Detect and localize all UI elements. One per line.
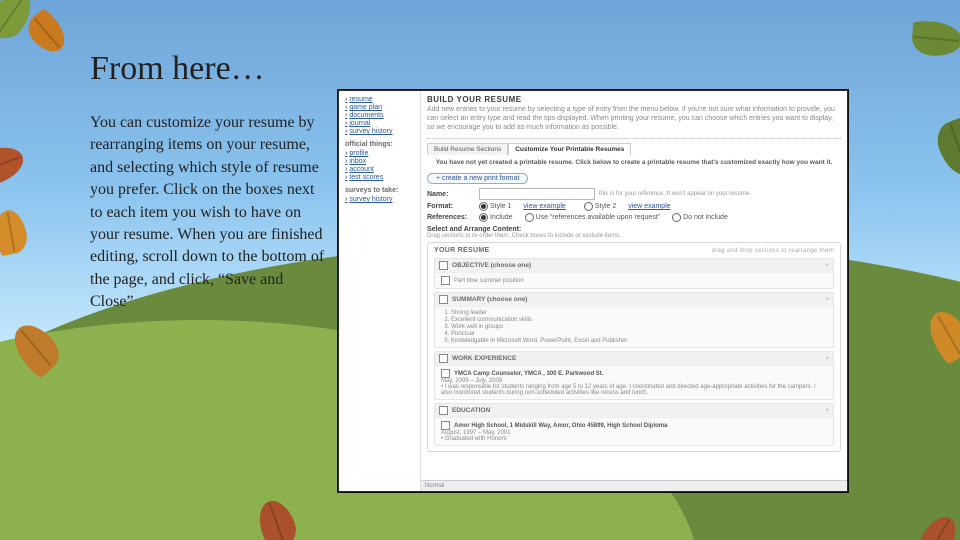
notice-text: You have not yet created a printable res… bbox=[427, 159, 841, 167]
sidebar-item[interactable]: ›test scores bbox=[345, 174, 414, 181]
panel-title: YOUR RESUME bbox=[434, 247, 489, 254]
checkbox[interactable] bbox=[441, 276, 450, 285]
panel-hint: drag and drop sections to rearrange them bbox=[712, 248, 834, 254]
sidebar-item[interactable]: ›game plan bbox=[345, 104, 414, 111]
plus-icon[interactable]: + bbox=[825, 262, 829, 269]
leaf-icon bbox=[0, 140, 28, 189]
list-item: Excellent communication skills bbox=[451, 317, 827, 323]
plus-icon[interactable]: + bbox=[825, 355, 829, 362]
checkbox[interactable] bbox=[439, 406, 448, 415]
format-label: Format: bbox=[427, 203, 475, 210]
format-style2-radio[interactable]: Style 2 bbox=[584, 202, 616, 211]
checkbox[interactable] bbox=[441, 421, 450, 430]
sidebar-item[interactable]: ›survey history bbox=[345, 128, 414, 135]
slide-body: You can customize your resume by rearran… bbox=[90, 112, 330, 314]
checkbox[interactable] bbox=[439, 261, 448, 270]
sidebar-item[interactable]: ›journal bbox=[345, 120, 414, 127]
leaf-icon bbox=[911, 20, 960, 58]
leaf-icon bbox=[0, 208, 30, 257]
sidebar-heading: official things: bbox=[345, 141, 414, 148]
sidebar-item[interactable]: ›profile bbox=[345, 150, 414, 157]
list-item: Work well in groups bbox=[451, 324, 827, 330]
plus-icon[interactable]: + bbox=[825, 407, 829, 414]
section-objective[interactable]: OBJECTIVE (choose one)+ Part time summer… bbox=[434, 258, 834, 289]
name-hint: this is for your reference. It won't app… bbox=[599, 191, 751, 197]
leaf-icon bbox=[932, 115, 960, 181]
leaf-icon bbox=[22, 7, 72, 58]
main-pane: BUILD YOUR RESUME Add new entries to you… bbox=[421, 91, 847, 491]
editor-status-bar: Normal bbox=[421, 480, 847, 491]
checkbox[interactable] bbox=[439, 295, 448, 304]
app-screenshot: ›resume ›game plan ›documents ›journal ›… bbox=[338, 90, 848, 492]
sidebar: ›resume ›game plan ›documents ›journal ›… bbox=[339, 91, 421, 491]
arrange-hint: Drag sections to re-order them. Check bo… bbox=[427, 233, 841, 239]
page-blurb: Add new entries to your resume by select… bbox=[427, 106, 841, 132]
view-example-link[interactable]: view example bbox=[523, 203, 565, 210]
section-work-experience[interactable]: WORK EXPERIENCE+ YMCA Camp Counselor, YM… bbox=[434, 351, 834, 400]
view-example-link[interactable]: view example bbox=[628, 203, 670, 210]
create-print-format-button[interactable]: + create a new print format bbox=[427, 173, 528, 184]
page-header: BUILD YOUR RESUME Add new entries to you… bbox=[427, 95, 841, 139]
sidebar-item[interactable]: ›inbox bbox=[345, 158, 414, 165]
ref-include-radio[interactable]: Include bbox=[479, 213, 513, 222]
slide-stage: From here… You can customize your resume… bbox=[0, 0, 960, 540]
tabs: Build Resume Sections Customize Your Pri… bbox=[427, 143, 841, 155]
name-label: Name: bbox=[427, 191, 475, 198]
sidebar-heading: surveys to take: bbox=[345, 187, 414, 194]
checkbox[interactable] bbox=[439, 354, 448, 363]
page-title: BUILD YOUR RESUME bbox=[427, 95, 841, 104]
name-input[interactable] bbox=[479, 188, 595, 200]
section-education[interactable]: EDUCATION+ Amor High School, 1 Midskill … bbox=[434, 403, 834, 446]
ref-none-radio[interactable]: Do not include bbox=[672, 213, 728, 222]
tab-customize[interactable]: Customize Your Printable Resumes bbox=[508, 143, 631, 155]
tab-build[interactable]: Build Resume Sections bbox=[427, 143, 508, 155]
list-item: Strong leader bbox=[451, 310, 827, 316]
plus-icon[interactable]: + bbox=[825, 296, 829, 303]
section-summary[interactable]: SUMMARY (choose one)+ Strong leader Exce… bbox=[434, 292, 834, 348]
sidebar-item[interactable]: ›documents bbox=[345, 112, 414, 119]
sidebar-item[interactable]: ›resume bbox=[345, 96, 414, 103]
references-label: References: bbox=[427, 214, 475, 221]
arrange-title: Select and Arrange Content: bbox=[427, 226, 841, 233]
sidebar-item[interactable]: ›account bbox=[345, 166, 414, 173]
slide-title: From here… bbox=[90, 50, 265, 88]
ref-upon-request-radio[interactable]: Use “references available upon request” bbox=[525, 213, 661, 222]
list-item: Knowledgable in Microsoft Word, PowerPoi… bbox=[451, 338, 827, 344]
format-style1-radio[interactable]: Style 1 bbox=[479, 202, 511, 211]
list-item: Punctual bbox=[451, 331, 827, 337]
sidebar-item[interactable]: ›survey history bbox=[345, 196, 414, 203]
checkbox[interactable] bbox=[441, 369, 450, 378]
resume-panel: YOUR RESUME drag and drop sections to re… bbox=[427, 242, 841, 452]
